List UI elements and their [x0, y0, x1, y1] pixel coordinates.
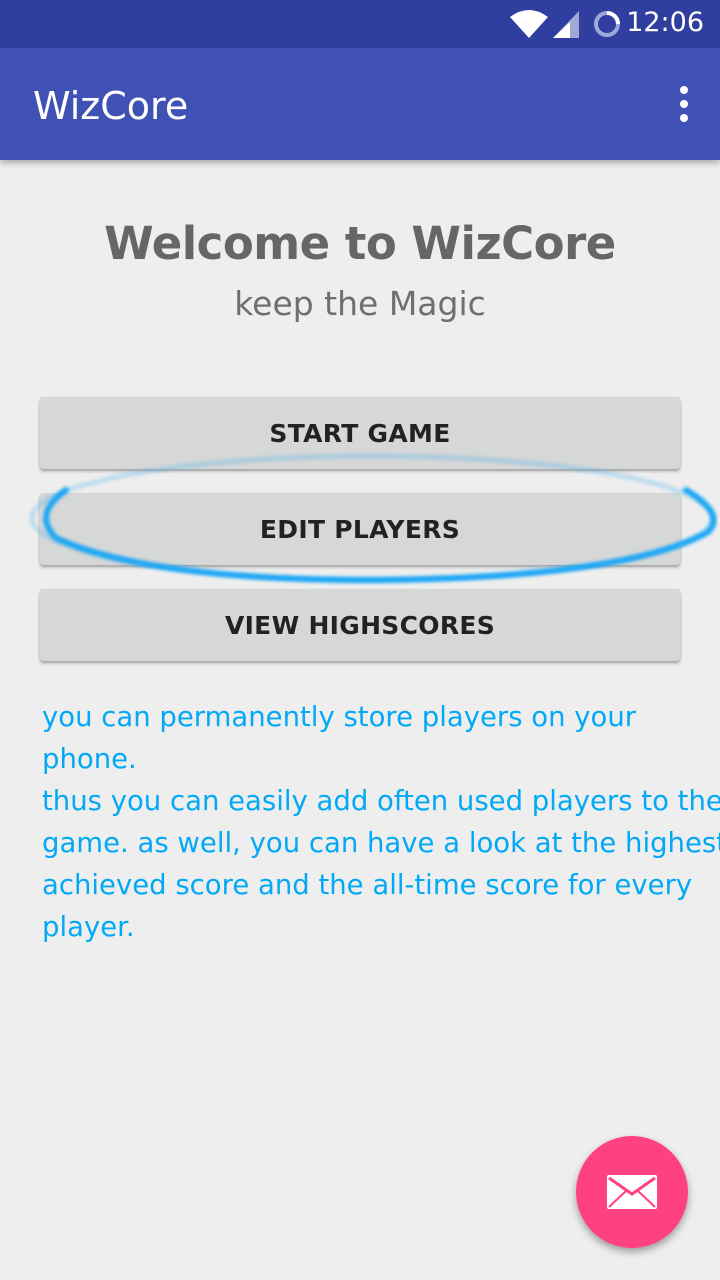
app-bar: WizCore	[0, 48, 720, 160]
welcome-heading: Welcome to WizCore	[104, 217, 616, 270]
status-time: 12:06	[626, 7, 704, 38]
info-text: you can permanently store players on you…	[42, 701, 720, 943]
tagline: keep the Magic	[234, 284, 486, 323]
email-icon	[607, 1175, 657, 1209]
status-bar: 12:06	[0, 0, 720, 48]
cell-signal-icon	[553, 11, 579, 38]
app-title: WizCore	[33, 84, 189, 128]
more-vert-icon[interactable]	[668, 84, 700, 124]
view-highscores-button[interactable]: VIEW HIGHSCORES	[40, 589, 680, 661]
status-icons	[510, 10, 620, 38]
edit-players-button[interactable]: EDIT PLAYERS	[40, 493, 680, 565]
email-fab-button[interactable]	[576, 1136, 688, 1248]
sync-icon	[594, 11, 620, 37]
wifi-icon	[510, 10, 548, 38]
start-game-button[interactable]: START GAME	[40, 397, 680, 469]
